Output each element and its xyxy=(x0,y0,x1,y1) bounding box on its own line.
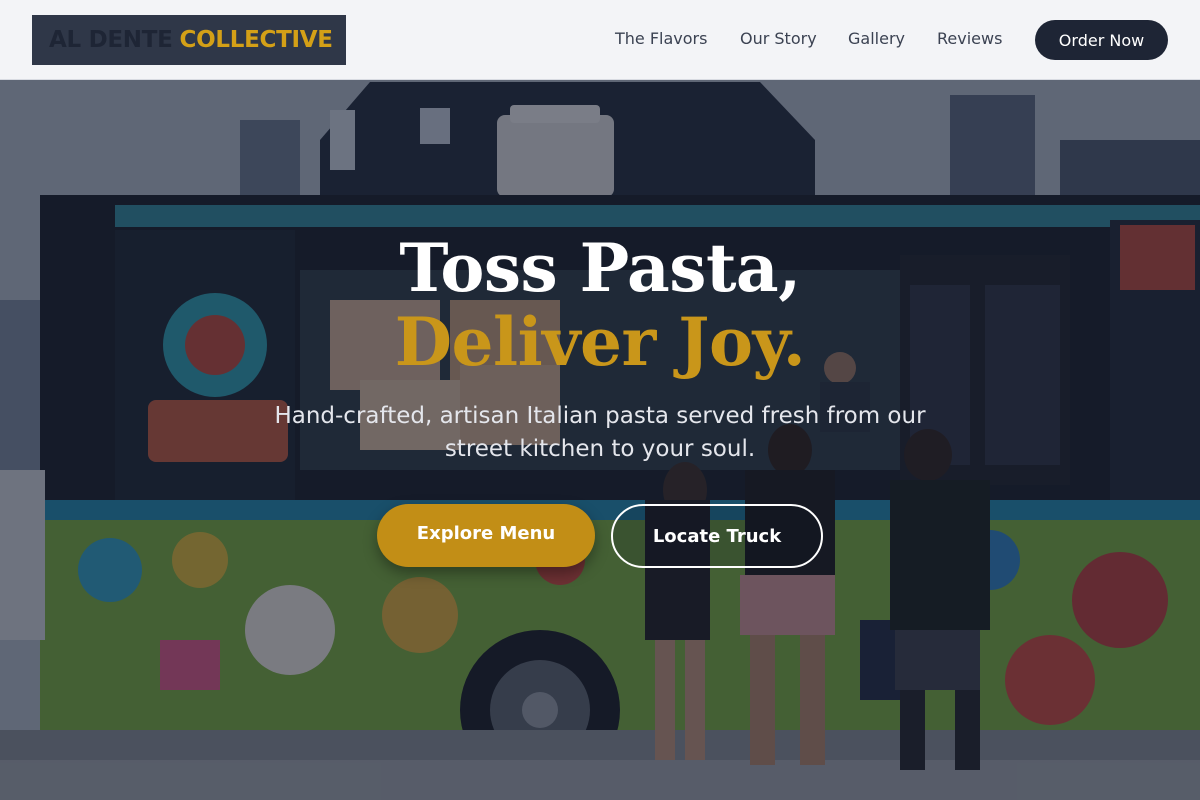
brand-name-part1: AL DENTE xyxy=(49,27,173,53)
locate-truck-button[interactable]: Locate Truck xyxy=(611,504,823,568)
hero-section: Toss Pasta, Deliver Joy. Hand-crafted, a… xyxy=(0,0,1200,800)
nav-link-reviews[interactable]: Reviews xyxy=(937,29,1002,48)
top-navbar: AL DENTE COLLECTIVE The Flavors Our Stor… xyxy=(0,0,1200,80)
nav-link-our-story[interactable]: Our Story xyxy=(740,29,817,48)
nav-link-gallery[interactable]: Gallery xyxy=(848,29,905,48)
explore-menu-button[interactable]: Explore Menu xyxy=(377,504,595,567)
brand-logo[interactable]: AL DENTE COLLECTIVE xyxy=(32,15,346,65)
hero-subtitle: Hand-crafted, artisan Italian pasta serv… xyxy=(274,403,926,462)
order-now-button[interactable]: Order Now xyxy=(1035,20,1168,60)
hero-headline-line2: Deliver Joy. xyxy=(394,303,806,381)
nav-link-flavors[interactable]: The Flavors xyxy=(615,29,707,48)
hero-headline-line1: Toss Pasta, xyxy=(399,229,801,307)
brand-name-part2: COLLECTIVE xyxy=(179,27,333,53)
